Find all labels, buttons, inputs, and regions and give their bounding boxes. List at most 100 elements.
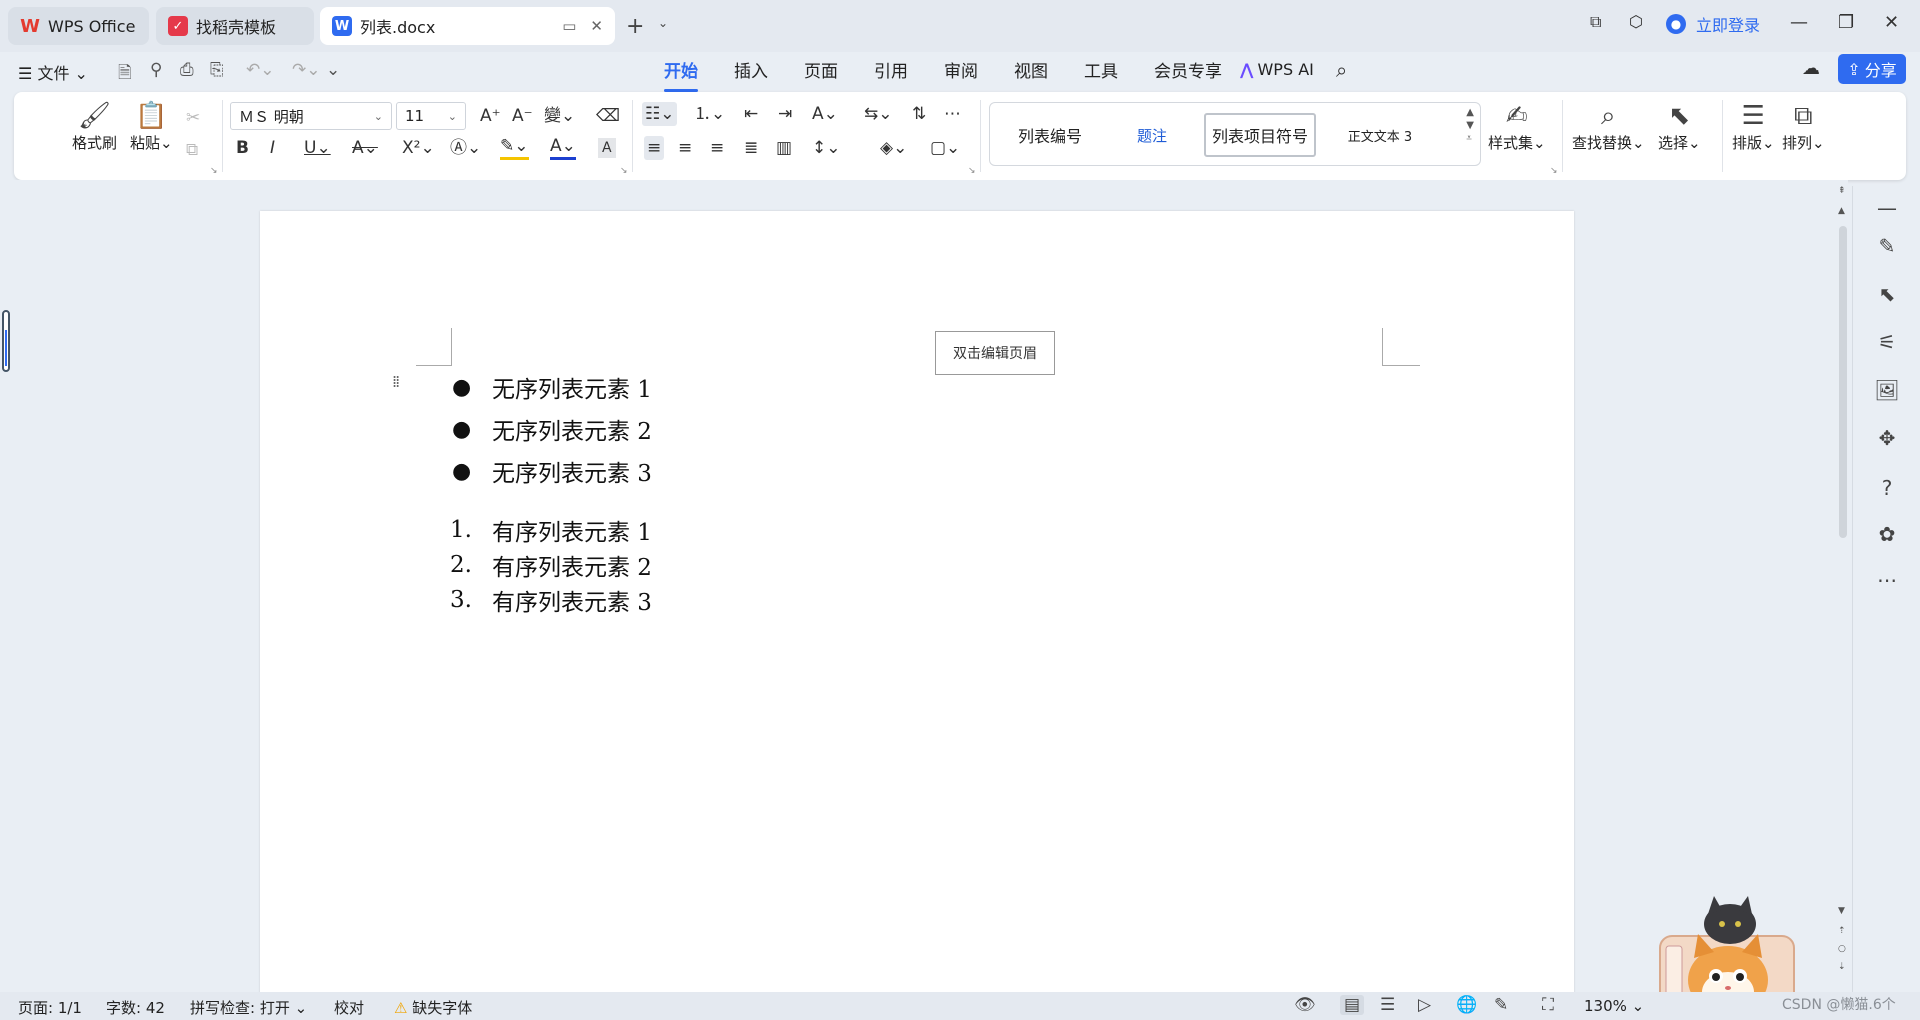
spell-check-toggle[interactable]: 拼写检查: 打开 ⌄ bbox=[190, 997, 307, 1018]
align-right-icon[interactable]: ≡ bbox=[710, 136, 724, 160]
browse-object-icon[interactable]: ○ bbox=[1838, 944, 1846, 954]
chevron-up-icon[interactable]: ▲ bbox=[1466, 107, 1474, 118]
style-caption[interactable]: 题注 bbox=[1102, 113, 1202, 157]
wps-ai-button[interactable]: ⋀ WPS AI bbox=[1240, 60, 1314, 79]
show-marks-icon[interactable]: ⋯ bbox=[944, 102, 961, 126]
scroll-thumb[interactable] bbox=[1839, 226, 1847, 538]
outline-view-icon[interactable]: ☰ bbox=[1380, 995, 1395, 1015]
text-effect-icon[interactable]: Ⓐ⌄ bbox=[450, 136, 481, 160]
search-icon[interactable]: ⌕ bbox=[1336, 58, 1347, 82]
format-painter-button[interactable]: 🖌 格式刷 bbox=[72, 100, 117, 153]
close-window-icon[interactable]: ✕ bbox=[1884, 12, 1899, 33]
tab-references[interactable]: 引用 bbox=[856, 58, 926, 86]
style-set-button[interactable]: ✍ 样式集⌄ bbox=[1488, 100, 1546, 153]
list-item[interactable]: 2. 有序列表元素 2 bbox=[450, 548, 652, 582]
list-item[interactable]: ● 无序列表元素 3 bbox=[450, 454, 652, 488]
clipboard-expand-icon[interactable]: ↘ bbox=[210, 166, 218, 176]
chevron-down-icon[interactable]: ⌄ bbox=[658, 16, 668, 30]
page-view-icon[interactable]: ▤ bbox=[1340, 995, 1365, 1015]
cursor-icon[interactable]: ⬉ bbox=[1873, 282, 1901, 306]
more-quick-actions-icon[interactable]: ⌄ bbox=[326, 60, 340, 80]
window-mode-icon[interactable]: ▭ bbox=[562, 17, 576, 35]
pen-icon[interactable]: ✎ bbox=[1873, 234, 1901, 258]
tab-insert[interactable]: 插入 bbox=[716, 58, 786, 86]
distribute-icon[interactable]: ▥ bbox=[776, 136, 792, 160]
image-edit-icon[interactable]: 🖼 bbox=[1873, 378, 1901, 402]
redo-icon[interactable]: ↷⌄ bbox=[292, 60, 321, 80]
minimize-icon[interactable]: — bbox=[1790, 12, 1808, 33]
undo-icon[interactable]: ↶⌄ bbox=[246, 60, 275, 80]
close-tab-icon[interactable]: ✕ bbox=[590, 17, 603, 35]
format-icon[interactable]: ⚲ bbox=[150, 60, 162, 80]
vertical-scrollbar[interactable]: ⇞ ▲ ▼ ⇡ ○ ⇣ bbox=[1836, 186, 1850, 986]
tab-tools[interactable]: 工具 bbox=[1066, 58, 1136, 86]
italic-icon[interactable]: I bbox=[270, 136, 275, 160]
sort-icon[interactable]: ⇅ bbox=[912, 102, 926, 126]
font-expand-icon[interactable]: ↘ bbox=[620, 166, 628, 176]
style-body-text-3[interactable]: 正文文本 3 bbox=[1320, 113, 1440, 157]
page-indicator[interactable]: 页面: 1/1 bbox=[18, 997, 82, 1018]
increase-font-icon[interactable]: A⁺ bbox=[480, 104, 501, 128]
cube-icon[interactable]: ⬡ bbox=[1629, 12, 1643, 31]
login-button[interactable]: ● 立即登录 bbox=[1666, 12, 1760, 36]
next-page-icon[interactable]: ⇣ bbox=[1838, 962, 1846, 972]
bullet-list-icon[interactable]: ☷⌄ bbox=[642, 102, 678, 126]
save-icon[interactable]: 🗎 bbox=[118, 60, 132, 89]
tab-view[interactable]: 视图 bbox=[996, 58, 1066, 86]
proofread-button[interactable]: 校对 bbox=[334, 997, 364, 1018]
find-replace-button[interactable]: ⌕ 查找替换⌄ bbox=[1572, 100, 1645, 153]
strikethrough-icon[interactable]: A⌄ bbox=[352, 136, 378, 160]
scroll-top-icon[interactable]: ⇞ bbox=[1838, 186, 1846, 196]
justify-icon[interactable]: ≣ bbox=[744, 136, 758, 160]
tab-daoke-templates[interactable]: ✓ 找稻壳模板 bbox=[156, 7, 314, 45]
font-size-select[interactable]: 11 ⌄ bbox=[396, 102, 466, 130]
chevron-down-icon[interactable]: ▼ bbox=[1466, 120, 1474, 131]
chinese-layout-icon[interactable]: ⇆⌄ bbox=[864, 102, 893, 126]
tools-icon[interactable]: ✥ bbox=[1873, 426, 1901, 450]
highlight-icon[interactable]: ✎⌄ bbox=[500, 136, 529, 160]
fit-page-icon[interactable]: ⛶ bbox=[1542, 995, 1554, 1015]
bold-icon[interactable]: B bbox=[236, 136, 249, 160]
navigation-indicator[interactable] bbox=[2, 310, 10, 372]
adjust-icon[interactable]: ⚟ bbox=[1873, 330, 1901, 354]
scroll-down-icon[interactable]: ▼ bbox=[1838, 906, 1845, 916]
zoom-select[interactable]: 130% ⌄ bbox=[1584, 997, 1644, 1015]
web-view-icon[interactable]: 🌐 bbox=[1456, 995, 1477, 1015]
underline-icon[interactable]: U⌄ bbox=[304, 136, 331, 160]
collapse-sidebar-icon[interactable]: — bbox=[1873, 196, 1901, 220]
drag-handle-icon[interactable]: ⁞⁞ bbox=[392, 374, 404, 390]
cloud-sync-icon[interactable]: ☁ bbox=[1802, 58, 1820, 79]
numbered-list-icon[interactable]: ⒈⌄ bbox=[694, 102, 725, 126]
char-shading-icon[interactable]: A bbox=[598, 138, 616, 158]
tab-document[interactable]: W 列表.docx ▭ ✕ bbox=[320, 7, 615, 45]
style-list-bullet[interactable]: 列表项目符号 bbox=[1204, 113, 1316, 157]
select-button[interactable]: ⬉ 选择⌄ bbox=[1658, 100, 1701, 153]
align-left-icon[interactable]: ≡ bbox=[644, 136, 665, 160]
layout-button[interactable]: ☰ 排版⌄ bbox=[1732, 100, 1775, 153]
help-icon[interactable]: ? bbox=[1873, 476, 1901, 500]
border-icon[interactable]: ▢⌄ bbox=[930, 136, 960, 160]
styles-expand-icon[interactable]: ↘ bbox=[1550, 166, 1558, 176]
tab-wps-office[interactable]: W WPS Office bbox=[8, 7, 149, 45]
paragraph-expand-icon[interactable]: ↘ bbox=[968, 166, 976, 176]
paste-button[interactable]: 📋 粘贴⌄ bbox=[130, 100, 173, 153]
list-item[interactable]: 1. 有序列表元素 1 bbox=[450, 513, 652, 547]
word-count[interactable]: 字数: 42 bbox=[106, 997, 165, 1018]
new-tab-icon[interactable]: + bbox=[626, 14, 644, 39]
arrange-button[interactable]: ⧉ 排列⌄ bbox=[1782, 100, 1825, 153]
print-icon[interactable]: ⎙ bbox=[180, 60, 194, 80]
restore-icon[interactable]: ❐ bbox=[1838, 12, 1854, 33]
list-item[interactable]: ● 无序列表元素 1 bbox=[450, 370, 652, 404]
phonetic-guide-icon[interactable]: 變⌄ bbox=[544, 104, 575, 128]
decrease-font-icon[interactable]: A⁻ bbox=[512, 104, 533, 128]
list-item[interactable]: 3. 有序列表元素 3 bbox=[450, 583, 652, 617]
style-list-number[interactable]: 列表编号 bbox=[1000, 113, 1100, 157]
header-edit-hint[interactable]: 双击编辑页眉 bbox=[935, 331, 1055, 375]
tab-member[interactable]: 会员专享 bbox=[1136, 58, 1240, 86]
text-direction-icon[interactable]: A⌄ bbox=[812, 102, 838, 126]
increase-indent-icon[interactable]: ⇥ bbox=[778, 102, 792, 126]
shading-icon[interactable]: ◈⌄ bbox=[880, 136, 907, 160]
font-name-select[interactable]: ＭＳ 明朝 ⌄ bbox=[230, 102, 392, 130]
tab-home[interactable]: 开始 bbox=[646, 58, 716, 92]
font-color-icon[interactable]: A⌄ bbox=[550, 136, 576, 160]
